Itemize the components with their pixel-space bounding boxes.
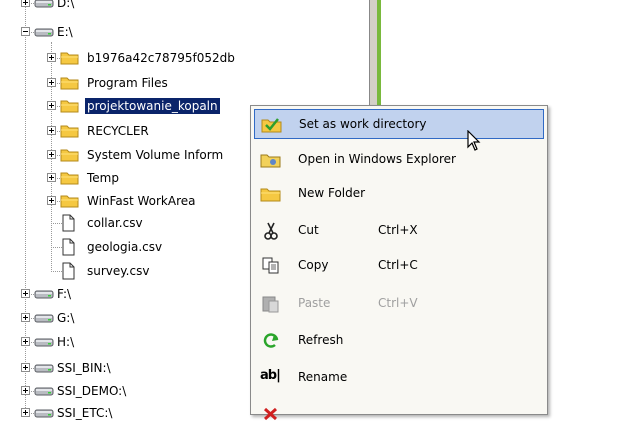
paste-icon [260, 294, 282, 314]
mouse-cursor-icon [467, 130, 481, 151]
expand-icon[interactable] [47, 78, 56, 87]
menu-item-shortcut: Ctrl+V [378, 296, 418, 310]
tree-node-label: RECYCLER [87, 124, 149, 138]
expand-icon[interactable] [47, 53, 56, 62]
check-folder-icon [261, 115, 283, 135]
menu-item-set-as-work-directory[interactable]: Set as work directory [254, 109, 544, 139]
menu-item-label: Cut [298, 223, 319, 237]
expand-icon[interactable] [47, 101, 56, 110]
tree-node-label: SSI_BIN:\ [57, 361, 111, 375]
menu-item-label: Open in Windows Explorer [298, 152, 456, 166]
rename-icon: ab| [260, 368, 281, 383]
refresh-icon [260, 331, 282, 351]
copy-icon [260, 256, 282, 276]
file-icon [60, 214, 76, 235]
folder-icon [60, 74, 80, 95]
folder-icon [60, 122, 80, 143]
delete-icon [260, 403, 282, 423]
explorer-folder-icon [260, 150, 282, 170]
new-folder-icon [260, 184, 282, 204]
drive-icon [34, 0, 54, 15]
drive-icon [34, 404, 54, 425]
menu-item-delete[interactable] [254, 398, 544, 428]
expand-icon[interactable] [21, 289, 30, 298]
drive-icon [34, 285, 54, 306]
menu-item-label: Copy [298, 258, 329, 272]
expand-icon[interactable] [21, 363, 30, 372]
menu-item-shortcut: Ctrl+C [378, 258, 418, 272]
tree-node-label: WinFast WorkArea [87, 194, 196, 208]
tree-node-label: SSI_ETC:\ [57, 406, 113, 420]
folder-icon [60, 192, 80, 213]
tree-node-label: projektowanie_kopaln [85, 98, 220, 114]
tree-node-label: H:\ [57, 335, 75, 349]
tree-node-label: SSI_DEMO:\ [57, 384, 127, 398]
folder-icon [60, 49, 80, 70]
drive-icon [34, 333, 54, 354]
drive-icon [34, 23, 54, 44]
expand-icon[interactable] [21, 408, 30, 417]
folder-icon [60, 97, 80, 118]
tree-node-label: Temp [87, 171, 119, 185]
folder-icon [60, 169, 80, 190]
context-menu: Set as work directory Open in Windows Exp… [250, 105, 548, 421]
menu-item-label: Rename [298, 370, 348, 384]
folder-icon [60, 146, 80, 167]
tree-node-label: collar.csv [87, 216, 143, 230]
menu-item-rename[interactable]: ab| Rename [254, 363, 544, 393]
drive-icon [34, 382, 54, 403]
menu-item-label: Refresh [298, 333, 344, 347]
tree-folder-node[interactable]: b1976a42c78795f052db [0, 48, 369, 70]
expand-icon[interactable] [47, 173, 56, 182]
expand-icon[interactable] [47, 126, 56, 135]
tree-node-label: System Volume Inform [87, 148, 224, 162]
menu-item-open-in-windows-explorer[interactable]: Open in Windows Explorer [254, 145, 544, 175]
tree-folder-node[interactable]: Program Files [0, 73, 369, 95]
tree-node-label: G:\ [57, 311, 75, 325]
file-icon [60, 238, 76, 259]
menu-item-shortcut: Ctrl+X [378, 223, 418, 237]
expand-icon[interactable] [21, 313, 30, 322]
menu-item-new-folder[interactable]: New Folder [254, 179, 544, 209]
tree-drive-node[interactable]: E:\ [0, 22, 369, 44]
menu-item-label: Paste [298, 296, 331, 310]
tree-node-label: F:\ [57, 287, 72, 301]
scissors-icon [260, 221, 282, 241]
menu-item-label: Set as work directory [299, 117, 427, 131]
file-icon [60, 262, 76, 283]
tree-node-label: Program Files [87, 76, 168, 90]
tree-drive-node[interactable]: D:\ [0, 0, 369, 15]
drive-icon [34, 309, 54, 330]
menu-item-cut[interactable]: Cut Ctrl+X [254, 216, 544, 246]
tree-node-label: D:\ [57, 0, 75, 10]
tree-node-label: E:\ [57, 25, 73, 39]
expand-icon[interactable] [21, 386, 30, 395]
menu-item-paste[interactable]: Paste Ctrl+V [254, 289, 544, 319]
expand-icon[interactable] [47, 196, 56, 205]
menu-item-copy[interactable]: Copy Ctrl+C [254, 251, 544, 281]
collapse-icon[interactable] [21, 27, 30, 36]
tree-node-label: survey.csv [87, 264, 150, 278]
menu-item-label: New Folder [298, 186, 366, 200]
expand-icon[interactable] [21, 0, 30, 7]
expand-icon[interactable] [21, 337, 30, 346]
drive-icon [34, 359, 54, 380]
menu-item-refresh[interactable]: Refresh [254, 326, 544, 356]
tree-node-label: geologia.csv [87, 240, 163, 254]
expand-icon[interactable] [47, 150, 56, 159]
tree-node-label: b1976a42c78795f052db [87, 51, 235, 65]
